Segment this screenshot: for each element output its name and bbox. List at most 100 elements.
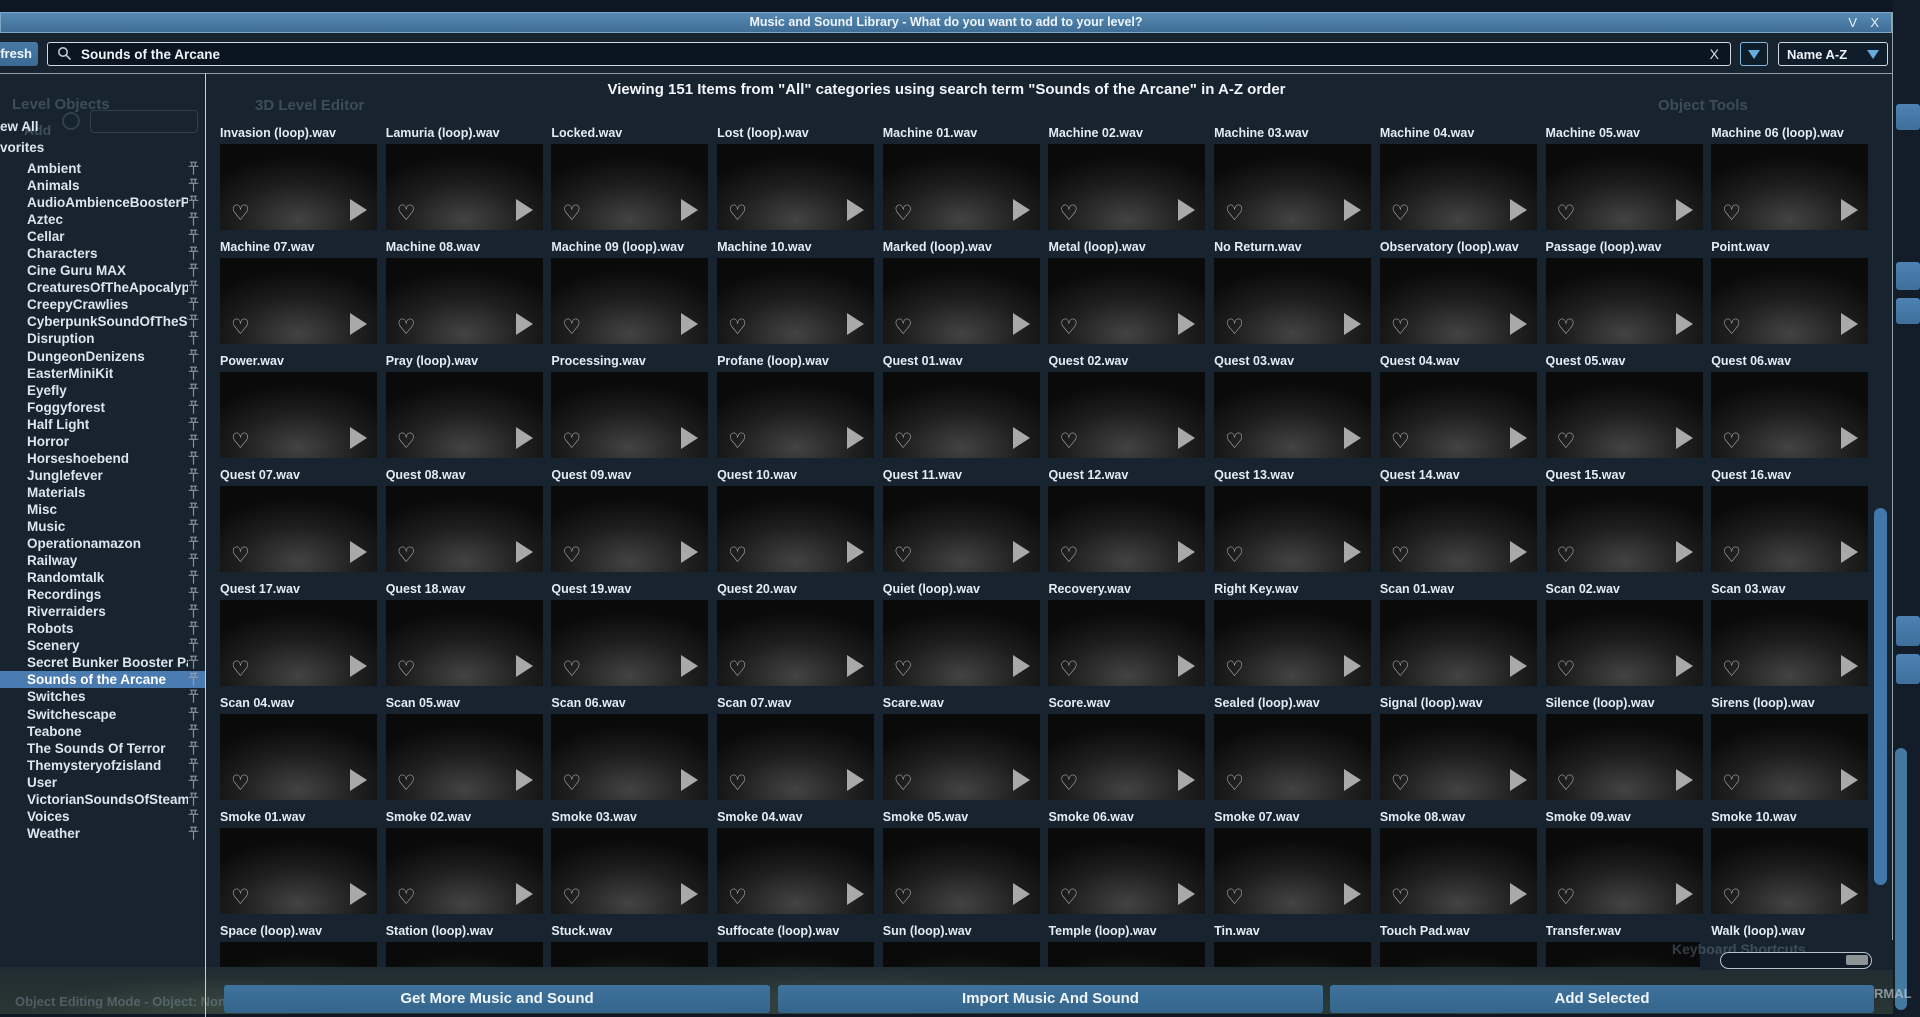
sidebar-category[interactable]: AudioAmbienceBoosterPack xyxy=(0,194,205,211)
play-icon[interactable] xyxy=(1344,655,1361,677)
play-icon[interactable] xyxy=(847,313,864,335)
sound-item[interactable]: Machine 09 (loop).wav ♡ xyxy=(551,240,708,354)
sound-item[interactable]: Quest 10.wav ♡ xyxy=(717,468,874,582)
sidebar-category[interactable]: VictorianSoundsOfSteampunk xyxy=(0,791,205,808)
sound-item[interactable]: Quest 18.wav ♡ xyxy=(386,582,543,696)
sidebar-category[interactable]: Voices xyxy=(0,808,205,825)
sound-thumbnail[interactable]: ♡ xyxy=(551,372,708,458)
sound-thumbnail[interactable]: ♡ xyxy=(1711,714,1868,800)
favorite-heart-icon[interactable]: ♡ xyxy=(231,773,250,794)
sound-thumbnail[interactable]: ♡ xyxy=(1380,714,1537,800)
sound-item[interactable]: Machine 10.wav ♡ xyxy=(717,240,874,354)
sound-item[interactable]: Sealed (loop).wav ♡ xyxy=(1214,696,1371,810)
play-icon[interactable] xyxy=(681,199,698,221)
sidebar-category[interactable]: Aztec xyxy=(0,211,205,228)
favorite-heart-icon[interactable]: ♡ xyxy=(1391,773,1410,794)
sound-item[interactable]: Machine 08.wav ♡ xyxy=(386,240,543,354)
play-icon[interactable] xyxy=(1344,769,1361,791)
pin-icon[interactable] xyxy=(188,178,199,193)
play-icon[interactable] xyxy=(516,883,533,905)
sound-item[interactable]: Score.wav ♡ xyxy=(1048,696,1205,810)
sound-thumbnail[interactable]: ♡ xyxy=(1380,942,1537,967)
play-icon[interactable] xyxy=(1178,655,1195,677)
favorite-heart-icon[interactable]: ♡ xyxy=(1059,773,1078,794)
play-icon[interactable] xyxy=(1013,769,1030,791)
play-icon[interactable] xyxy=(350,655,367,677)
play-icon[interactable] xyxy=(1676,883,1693,905)
play-icon[interactable] xyxy=(1510,541,1527,563)
play-icon[interactable] xyxy=(1676,313,1693,335)
sidebar-category[interactable]: CreaturesOfTheApocalypse xyxy=(0,279,205,296)
pin-icon[interactable] xyxy=(188,502,199,517)
play-icon[interactable] xyxy=(516,427,533,449)
add-selected-button[interactable]: Add Selected xyxy=(1330,985,1874,1013)
pin-icon[interactable] xyxy=(188,280,199,295)
pin-icon[interactable] xyxy=(188,263,199,278)
play-icon[interactable] xyxy=(350,313,367,335)
sound-thumbnail[interactable]: ♡ xyxy=(551,486,708,572)
favorite-heart-icon[interactable]: ♡ xyxy=(397,887,416,908)
sound-thumbnail[interactable]: ♡ xyxy=(220,144,377,230)
pin-icon[interactable] xyxy=(188,417,199,432)
play-icon[interactable] xyxy=(1510,313,1527,335)
pin-icon[interactable] xyxy=(188,349,199,364)
favorite-heart-icon[interactable]: ♡ xyxy=(728,773,747,794)
sound-thumbnail[interactable]: ♡ xyxy=(883,714,1040,800)
sound-item[interactable]: Quest 04.wav ♡ xyxy=(1380,354,1537,468)
pin-icon[interactable] xyxy=(188,741,199,756)
sound-thumbnail[interactable]: ♡ xyxy=(1546,486,1703,572)
pin-icon[interactable] xyxy=(188,707,199,722)
sound-thumbnail[interactable]: ♡ xyxy=(1380,144,1537,230)
pin-icon[interactable] xyxy=(188,621,199,636)
sound-thumbnail[interactable]: ♡ xyxy=(551,714,708,800)
sound-thumbnail[interactable]: ♡ xyxy=(386,258,543,344)
favorite-heart-icon[interactable]: ♡ xyxy=(1722,659,1741,680)
sidebar-category[interactable]: Switchescape xyxy=(0,706,205,723)
sidebar-category[interactable]: Scenery xyxy=(0,637,205,654)
sound-thumbnail[interactable]: ♡ xyxy=(1546,714,1703,800)
sound-item[interactable]: Silence (loop).wav ♡ xyxy=(1546,696,1703,810)
sound-item[interactable]: Smoke 09.wav ♡ xyxy=(1546,810,1703,924)
sound-thumbnail[interactable]: ♡ xyxy=(220,828,377,914)
sidebar-category[interactable]: Junglefever xyxy=(0,467,205,484)
play-icon[interactable] xyxy=(1676,199,1693,221)
sound-thumbnail[interactable]: ♡ xyxy=(717,144,874,230)
sound-thumbnail[interactable]: ♡ xyxy=(220,372,377,458)
pin-icon[interactable] xyxy=(188,758,199,773)
favorite-heart-icon[interactable]: ♡ xyxy=(397,773,416,794)
sound-item[interactable]: Quest 02.wav ♡ xyxy=(1048,354,1205,468)
favorite-heart-icon[interactable]: ♡ xyxy=(728,659,747,680)
favorite-heart-icon[interactable]: ♡ xyxy=(1391,887,1410,908)
sound-thumbnail[interactable]: ♡ xyxy=(1048,258,1205,344)
sound-item[interactable]: Recovery.wav ♡ xyxy=(1048,582,1205,696)
sound-thumbnail[interactable]: ♡ xyxy=(883,486,1040,572)
pin-icon[interactable] xyxy=(188,383,199,398)
clear-search-icon[interactable]: X xyxy=(1699,46,1730,62)
sound-thumbnail[interactable]: ♡ xyxy=(1214,600,1371,686)
sound-thumbnail[interactable]: ♡ xyxy=(883,828,1040,914)
play-icon[interactable] xyxy=(1841,541,1858,563)
sidebar-category[interactable]: Horror xyxy=(0,433,205,450)
play-icon[interactable] xyxy=(1013,655,1030,677)
sound-item[interactable]: Machine 06 (loop).wav ♡ xyxy=(1711,126,1868,240)
sound-thumbnail[interactable]: ♡ xyxy=(386,486,543,572)
play-icon[interactable] xyxy=(1344,541,1361,563)
play-icon[interactable] xyxy=(1676,541,1693,563)
sound-thumbnail[interactable]: ♡ xyxy=(1546,258,1703,344)
sound-thumbnail[interactable]: ♡ xyxy=(220,600,377,686)
sound-thumbnail[interactable]: ♡ xyxy=(883,144,1040,230)
sound-item[interactable]: Sirens (loop).wav ♡ xyxy=(1711,696,1868,810)
sound-item[interactable]: Space (loop).wav ♡ xyxy=(220,924,377,967)
sound-item[interactable]: Scan 03.wav ♡ xyxy=(1711,582,1868,696)
pin-icon[interactable] xyxy=(188,468,199,483)
sound-item[interactable]: Smoke 10.wav ♡ xyxy=(1711,810,1868,924)
play-icon[interactable] xyxy=(1510,655,1527,677)
sound-thumbnail[interactable]: ♡ xyxy=(1711,258,1868,344)
play-icon[interactable] xyxy=(1510,199,1527,221)
sound-thumbnail[interactable]: ♡ xyxy=(717,372,874,458)
play-icon[interactable] xyxy=(516,199,533,221)
favorite-heart-icon[interactable]: ♡ xyxy=(894,545,913,566)
sound-thumbnail[interactable]: ♡ xyxy=(1380,828,1537,914)
sound-item[interactable]: Metal (loop).wav ♡ xyxy=(1048,240,1205,354)
sound-thumbnail[interactable]: ♡ xyxy=(1048,372,1205,458)
